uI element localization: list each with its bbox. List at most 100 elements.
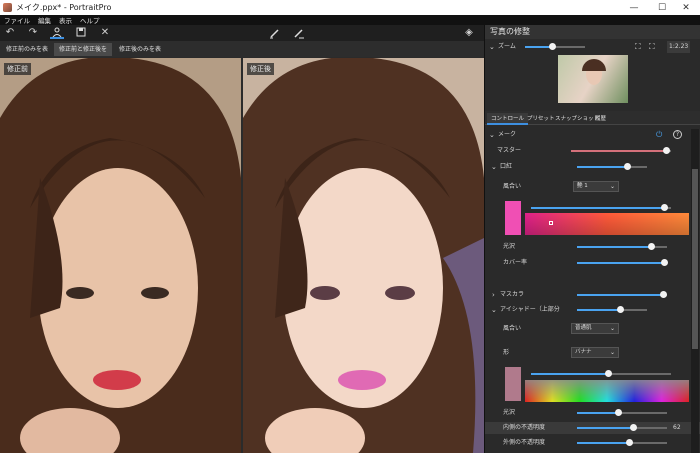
- outer-opacity-slider[interactable]: [577, 439, 667, 446]
- makeup-section[interactable]: ⌄ メーク ⏻ ?: [485, 129, 700, 141]
- zoom-slider-knob[interactable]: [549, 43, 556, 50]
- tab-history[interactable]: 履歴: [591, 113, 610, 125]
- power-icon[interactable]: ⏻: [656, 129, 662, 141]
- lip-color-swatch[interactable]: [505, 201, 521, 235]
- tab-before-after[interactable]: 修正前と修正後を表示: [54, 43, 112, 66]
- chevron-down-icon[interactable]: ⌄: [489, 41, 495, 53]
- brush-icon[interactable]: [268, 27, 282, 39]
- lip-hue-dropdown[interactable]: 艶 1 ⌄: [573, 181, 619, 192]
- fit-icon[interactable]: ⛶: [635, 41, 641, 53]
- help-icon[interactable]: ?: [673, 130, 682, 139]
- thumbnail-hair: [582, 59, 606, 71]
- mascara-section[interactable]: › マスカラ: [485, 289, 700, 301]
- inner-opacity-value: 62: [673, 424, 681, 431]
- zoom-row: ⌄ ズーム ⛶ ⛶ 1:2.23: [485, 41, 700, 53]
- minimize-button[interactable]: —: [620, 0, 648, 15]
- tab-before-only[interactable]: 修正前のみを表示: [2, 43, 52, 66]
- eraser-brush-icon[interactable]: [292, 27, 306, 39]
- window-title: メイク.ppx* - PortraitPro: [16, 3, 112, 12]
- eye-color-picker[interactable]: [525, 380, 689, 402]
- menu-help[interactable]: ヘルプ: [80, 15, 100, 25]
- eyeshadow-section[interactable]: ⌄ アイシャドー（上部分: [485, 304, 700, 316]
- slider-knob[interactable]: [647, 243, 655, 250]
- zoom-slider[interactable]: [525, 43, 585, 50]
- eye-color-swatch[interactable]: [505, 367, 521, 401]
- tab-after-only[interactable]: 修正後のみを表示: [114, 43, 166, 66]
- lip-gloss-slider[interactable]: [577, 243, 667, 250]
- slider-fill: [577, 262, 665, 264]
- after-label: 修正後: [247, 63, 274, 75]
- lip-color-picker[interactable]: [525, 213, 689, 235]
- slider-fill: [577, 246, 651, 248]
- chevron-down-icon: ⌄: [609, 325, 615, 332]
- navigator-thumbnail[interactable]: [558, 55, 628, 103]
- zoom-slider-fill: [525, 46, 552, 48]
- lipstick-label: 口紅: [500, 163, 513, 170]
- chevron-right-icon: ›: [492, 291, 495, 299]
- slider-knob[interactable]: [626, 439, 634, 446]
- inner-opacity-row: 内側の不透明度 62: [485, 422, 700, 434]
- brush2-glyph: [294, 29, 304, 39]
- slider-knob[interactable]: [661, 204, 668, 211]
- eye-hue-value: 普通肌: [575, 325, 592, 331]
- chevron-down-icon: ⌄: [491, 163, 497, 171]
- slider-fill: [531, 207, 664, 209]
- mascara-slider[interactable]: [577, 291, 667, 298]
- adjust-panel: 写真の修整 ⌄ ズーム ⛶ ⛶ 1:2.23 コントロール プリセット スナップ…: [484, 25, 700, 453]
- slider-knob[interactable]: [605, 370, 612, 377]
- actual-size-icon[interactable]: ⛶: [649, 41, 655, 53]
- brush-glyph: [270, 29, 279, 39]
- panel-scrollbar[interactable]: [691, 129, 699, 453]
- menu-edit[interactable]: 編集: [38, 15, 51, 25]
- slider-knob[interactable]: [614, 409, 622, 416]
- panel-scrollbar-thumb[interactable]: [692, 169, 698, 349]
- before-image-pane[interactable]: 修正前: [0, 58, 241, 453]
- tab-controls[interactable]: コントロール: [487, 113, 529, 125]
- redo-icon[interactable]: ↷: [26, 27, 40, 39]
- close-image-icon[interactable]: ✕: [98, 27, 112, 39]
- slider-knob[interactable]: [661, 259, 669, 266]
- menu-file[interactable]: ファイル: [4, 15, 30, 25]
- master-slider[interactable]: [571, 147, 671, 154]
- undo-icon[interactable]: ↶: [3, 27, 17, 39]
- outer-opacity-label: 外側の不透明度: [503, 439, 546, 446]
- lipstick-section[interactable]: ⌄ 口紅: [485, 161, 700, 173]
- lipstick-slider[interactable]: [577, 163, 647, 170]
- slider-fill: [577, 427, 633, 429]
- lip-color-picker-cursor[interactable]: [549, 221, 553, 225]
- title-bar: メイク.ppx* - PortraitPro — ☐ ✕: [0, 0, 700, 15]
- control-tabs: コントロール プリセット スナップショット 履歴: [485, 111, 700, 125]
- shape-dropdown[interactable]: バナナ ⌄: [571, 347, 619, 358]
- slider-fill: [577, 294, 663, 296]
- slider-knob[interactable]: [659, 291, 667, 298]
- lip-hue-row: 風合い 艶 1 ⌄: [485, 181, 700, 193]
- slider-knob[interactable]: [617, 306, 625, 313]
- eyeshadow-slider[interactable]: [577, 306, 647, 313]
- slider-fill: [577, 309, 621, 311]
- eye-hue-dropdown[interactable]: 普通肌 ⌄: [571, 323, 619, 334]
- save-icon[interactable]: [74, 27, 88, 39]
- eye-hue-label: 風合い: [503, 325, 522, 332]
- eye-gloss-slider[interactable]: [577, 409, 667, 416]
- shape-value: バナナ: [575, 349, 592, 355]
- lip-gloss-label: 光沢: [503, 243, 516, 250]
- lip-saturation-slider[interactable]: [531, 204, 671, 211]
- slider-fill: [577, 166, 628, 168]
- close-window-button[interactable]: ✕: [672, 0, 700, 15]
- lip-cover-slider[interactable]: [577, 259, 669, 266]
- slider-knob[interactable]: [624, 163, 632, 170]
- lip-gloss-row: 光沢: [485, 241, 700, 253]
- master-label: マスター: [497, 147, 522, 154]
- layers-icon[interactable]: ◈: [462, 27, 476, 39]
- menu-view[interactable]: 表示: [59, 15, 72, 25]
- user-glyph: [52, 27, 62, 38]
- portrait-before: [0, 58, 241, 453]
- inner-opacity-slider[interactable]: [577, 424, 667, 431]
- slider-knob[interactable]: [629, 424, 637, 431]
- person-icon[interactable]: [50, 27, 64, 39]
- after-image-pane[interactable]: 修正後: [243, 58, 484, 453]
- eye-saturation-slider[interactable]: [531, 370, 671, 377]
- shape-label: 形: [503, 349, 510, 356]
- eye-gloss-label: 光沢: [503, 409, 516, 416]
- slider-knob[interactable]: [663, 147, 670, 154]
